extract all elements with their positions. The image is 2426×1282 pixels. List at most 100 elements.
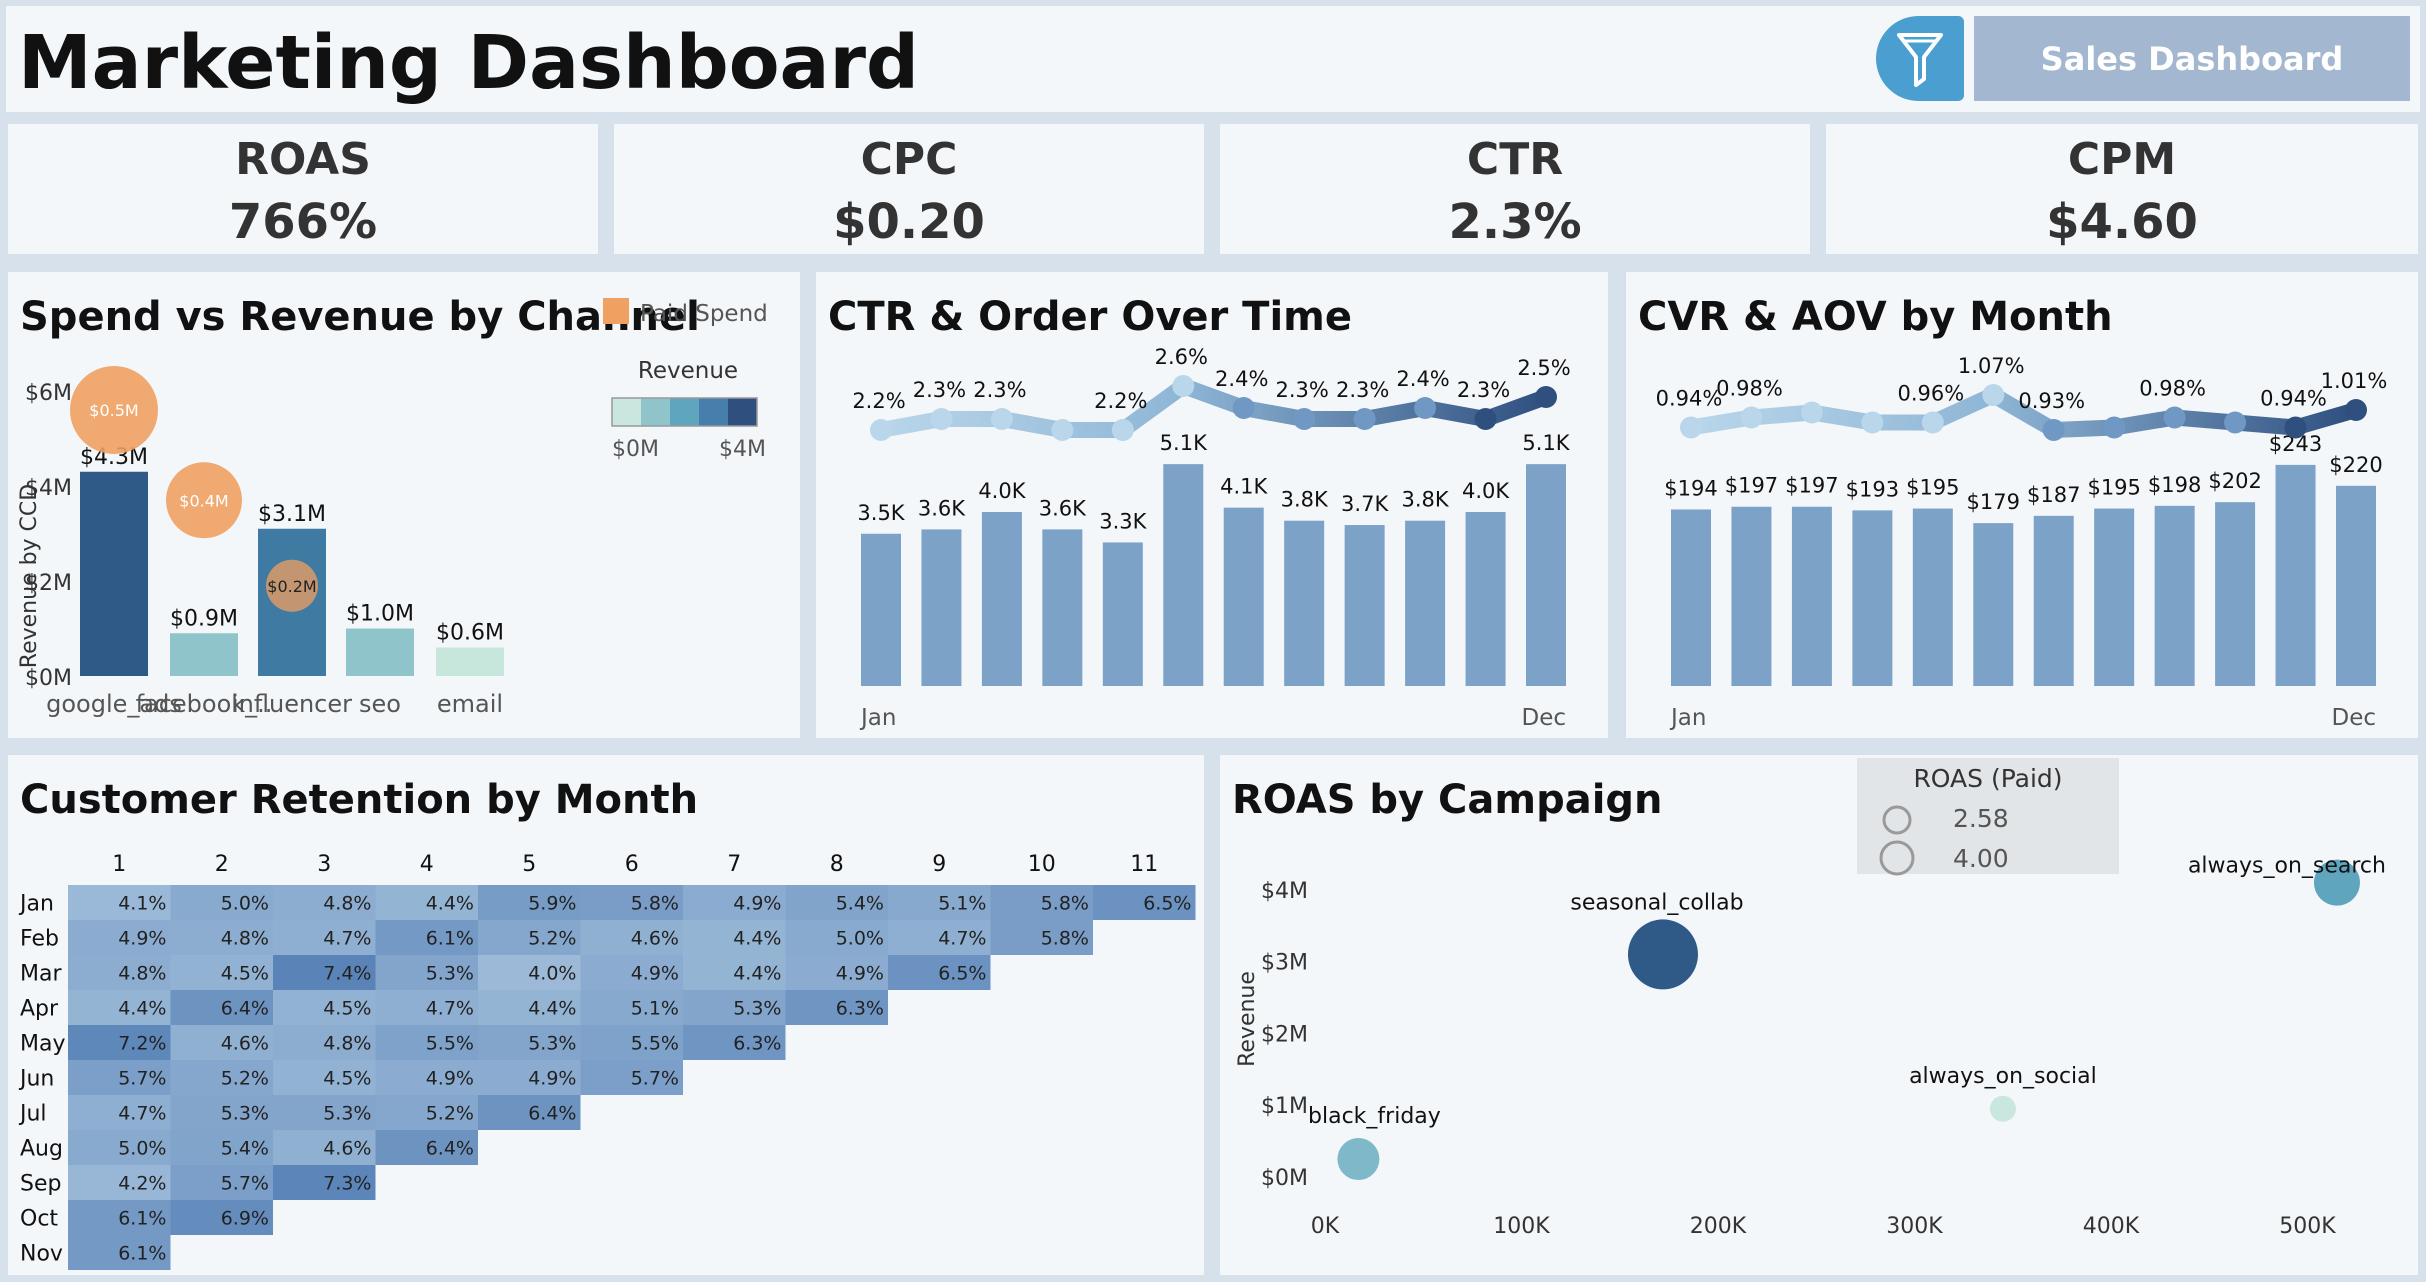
orders-bar [1344,525,1385,686]
x-tick-label: 0K [1311,1214,1340,1239]
heatmap-cell-label: 4.2% [118,1173,166,1195]
heatmap-row-label: Aug [20,1137,63,1162]
heatmap-cell-label: 6.3% [836,998,884,1020]
cvr-aov-chart: $194 $197 $197 $193 $195 $179 $187 $195 $198 $202… [1656,354,2388,731]
orders-bar [1163,464,1204,686]
heatmap-cell-label: 6.5% [938,963,986,985]
ctr-data-label: 2.3% [913,378,966,402]
heatmap-cell-label: 5.3% [221,1103,269,1125]
aov-bar [2336,485,2376,686]
y-axis-label: Revenue [1235,971,1260,1067]
ctr-orders-panel: CTR & Order Over Time 3.5K 3.6K 4.0K 3.6K 3.… [816,272,1608,738]
orders-data-label: 3.5K [857,501,905,525]
line-point [2224,411,2247,434]
line-point [1474,408,1497,430]
ctr-data-label: 2.3% [1336,378,1389,402]
heatmap-cell-label: 5.0% [221,893,269,915]
cvr-data-label: 1.07% [1958,354,2025,378]
heatmap-cell-label: 5.3% [528,1033,576,1055]
y-tick-label: $0M [25,666,72,691]
heatmap-cell-label: 5.7% [221,1173,269,1195]
heatmap-row-label: Jul [18,1102,47,1127]
retention-panel: Customer Retention by Month 1 2 3 4 5 6 7 8 9 10 1… [8,755,1204,1275]
heatmap-cell-label: 4.7% [323,928,371,950]
x-tick-label: Dec [2331,705,2376,731]
heatmap-cell-label: 4.5% [323,1068,371,1090]
x-tick-label: Jan [1669,705,1706,731]
kpi-value: 766% [228,194,378,250]
orders-bar [1465,512,1506,686]
orders-data-label: 3.8K [1281,488,1329,512]
heatmap-cell-label: 5.3% [733,998,781,1020]
orders-bar [1526,464,1566,686]
heatmap-cell-label: 5.7% [631,1068,679,1090]
ctr-orders-chart: 3.5K 3.6K 4.0K 3.6K 3.3K 5.1K 4.1K 3.8K 3.7K 3.8K… [852,345,1570,731]
ctr-data-label: 2.2% [1094,389,1147,413]
aov-bar [1912,508,1953,686]
heatmap-cell-label: 6.1% [118,1208,166,1230]
sales-dashboard-button[interactable]: Sales Dashboard [1974,16,2410,101]
heatmap-cell-label: 7.3% [323,1173,371,1195]
aov-data-label: $179 [1967,490,2020,514]
kpi-label: CPC [860,134,958,185]
heatmap-cell-label: 6.9% [221,1208,269,1230]
heatmap-column-label: 8 [830,852,844,877]
aov-bar [2275,464,2316,686]
line-point [1232,397,1255,419]
line-point [930,408,953,430]
ctr-data-label: 2.4% [1396,367,1449,391]
line-point [1293,408,1316,430]
spend-revenue-panel: Spend vs Revenue by Channel $0M $2M $4M $6M… [8,272,800,738]
revenue-legend-step [670,398,699,426]
aov-bar [1852,510,1893,686]
orders-data-label: 4.0K [1462,479,1510,503]
aov-bar [1731,506,1772,686]
heatmap-cell-label: 4.8% [323,893,371,915]
aov-data-label: $197 [1725,474,1778,498]
heatmap-column-label: 11 [1130,852,1158,877]
heatmap-cell-label: 6.3% [733,1033,781,1055]
orders-data-label: 3.6K [918,496,966,520]
aov-bar [1973,523,2014,686]
roas-legend-title: ROAS (Paid) [1913,764,2063,793]
x-tick-label: seo [359,690,401,718]
roas-legend-item: 4.00 [1953,844,2009,873]
line-point [2163,406,2186,429]
cvr-data-label: 0.98% [2139,377,2206,401]
line-point [990,408,1013,430]
line-point [1982,384,2005,406]
heatmap-cell-label: 4.7% [118,1103,166,1125]
heatmap-row-label: Jun [18,1067,54,1092]
heatmap-cell-label: 5.8% [1041,893,1089,915]
heatmap-cell-label: 5.7% [118,1068,166,1090]
cvr-data-label: 0.94% [1656,387,1723,411]
ctr-data-label: 2.3% [973,378,1026,402]
heatmap-cell-label: 4.4% [528,998,576,1020]
y-tick-label: $1M [1261,1094,1308,1119]
filter-button[interactable] [1876,16,1964,101]
heatmap-cell-label: 4.6% [323,1138,371,1160]
line-point [1800,401,1823,424]
aov-data-label: $202 [2208,469,2261,493]
heatmap-cell-label: 5.2% [426,1103,474,1125]
y-tick-label: $0M [1261,1166,1308,1191]
paid-spend-legend-label: Paid Spend [640,301,768,327]
aov-bar [2215,502,2256,686]
heatmap-cell-label: 4.9% [631,963,679,985]
heatmap-cell-label: 4.5% [221,963,269,985]
revenue-legend-max: $4M [719,437,766,462]
revenue-legend-step [699,398,728,426]
aov-bar [2033,515,2074,686]
aov-data-label: $187 [2027,483,2080,507]
campaign-bubble [1989,1095,2016,1122]
heatmap-row-label: Mar [20,962,62,987]
orders-data-label: 5.1K [1522,431,1570,455]
y-tick-label: $3M [1261,951,1308,976]
roas-scatter-chart: $0M $1M $2M $3M $4M 0K 100K 200K 300K 400K 500K Rev… [1235,854,2386,1239]
revenue-legend-step [728,398,757,426]
line-point [1861,411,1884,434]
kpi-card-roas: ROAS 766% [8,124,598,254]
kpi-value: $0.20 [833,194,985,250]
paid-spend-label: $0.5M [89,401,138,420]
aov-data-label: $194 [1664,476,1717,500]
